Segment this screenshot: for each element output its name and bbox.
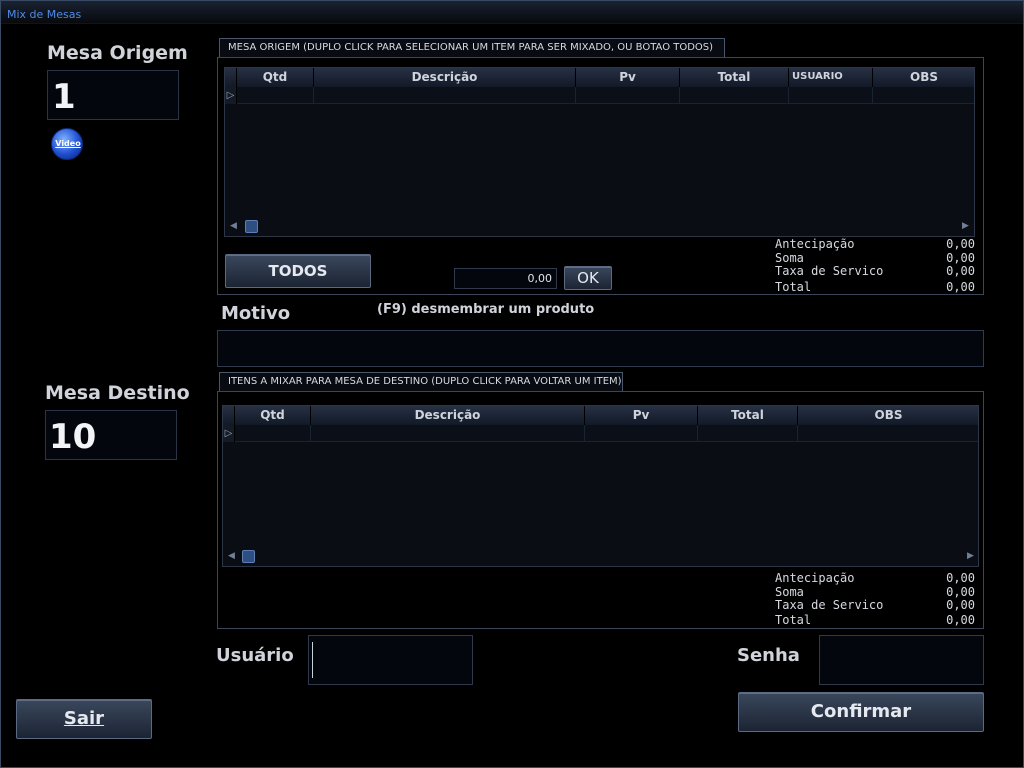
video-icon-label: Video [55,139,81,148]
soma-value: 0,00 [946,584,975,599]
total-label: Total [775,612,812,627]
antecipacao-value: 0,00 [946,571,975,585]
video-icon[interactable]: Video [51,128,83,160]
mesa-destino-field[interactable]: 10 [45,410,177,460]
scroll-right-icon[interactable]: ▶ [967,551,974,561]
col-descricao[interactable]: Descrição [314,68,576,87]
title-bar [1,1,1023,24]
total-label: Total [775,279,812,294]
antecipacao-value: 0,00 [946,237,975,251]
table-cell[interactable] [873,87,974,104]
total-value: 0,00 [946,279,975,294]
scroll-left-icon[interactable]: ◀ [228,551,235,561]
grid-corner [223,406,235,425]
antecipacao-label: Antecipação [775,571,855,585]
scroll-right-icon[interactable]: ▶ [962,221,969,231]
table-cell[interactable] [680,87,789,104]
col-obs[interactable]: OBS [873,68,974,87]
table-cell[interactable] [698,425,798,442]
table-cell[interactable] [585,425,698,442]
col-pv[interactable]: Pv [576,68,680,87]
taxa-servico-label: Taxa de Servico [775,264,884,278]
sair-button[interactable]: Sair [16,699,152,739]
col-descricao[interactable]: Descrição [311,406,585,425]
motivo-hint: (F9) desmembrar um produto [377,302,595,317]
mesa-origem-field[interactable]: 1 [47,70,179,120]
soma-label: Soma [775,584,804,599]
col-usuario[interactable]: USUARIO [789,68,873,87]
motivo-field[interactable] [217,330,984,367]
mesa-destino-label: Mesa Destino [45,382,190,404]
taxa-servico-value: 0,00 [946,264,975,278]
confirmar-button[interactable]: Confirmar [738,692,984,732]
col-qtd[interactable]: Qtd [237,68,314,87]
table-cell[interactable] [798,425,978,442]
quantity-input[interactable]: 0,00 [454,268,557,289]
taxa-servico-label: Taxa de Servico [775,598,884,612]
senha-label: Senha [737,645,800,666]
col-total[interactable]: Total [698,406,798,425]
scroll-left-icon[interactable]: ◀ [230,221,237,231]
row-indicator: ▷ [225,87,237,104]
table-row[interactable] [235,425,311,442]
mesa-origem-label: Mesa Origem [47,42,188,64]
table-row[interactable] [237,87,314,104]
col-qtd[interactable]: Qtd [235,406,311,425]
total-value: 0,00 [946,612,975,627]
motivo-label: Motivo [221,303,291,324]
table-cell[interactable] [576,87,680,104]
tab-mesa-origem[interactable]: MESA ORIGEM (DUPLO CLICK PARA SELECIONAR… [219,38,725,58]
antecipacao-label: Antecipação [775,237,855,251]
col-total[interactable]: Total [680,68,789,87]
destino-totals: Antecipação 0,00 Soma 0,00 Taxa de Servico… [775,571,975,627]
soma-label: Soma [775,250,804,265]
senha-field[interactable] [819,635,984,685]
horizontal-scrollbar-thumb[interactable] [245,220,258,233]
col-obs[interactable]: OBS [798,406,978,425]
todos-button[interactable]: TODOS [225,254,371,288]
horizontal-scrollbar-thumb[interactable] [242,550,255,563]
usuario-field[interactable] [308,635,473,685]
row-indicator: ▷ [223,425,235,442]
ok-button[interactable]: OK [564,266,612,290]
soma-value: 0,00 [946,250,975,265]
table-cell[interactable] [789,87,873,104]
usuario-label: Usuário [216,645,294,666]
destino-items-grid[interactable]: Qtd Descrição Pv Total OBS ▷ ◀ ▶ [222,405,979,567]
text-caret [312,642,313,678]
taxa-servico-value: 0,00 [946,598,975,612]
tab-itens-a-mixar[interactable]: ITENS A MIXAR PARA MESA DE DESTINO (DUPL… [219,372,623,392]
table-cell[interactable] [311,425,585,442]
table-cell[interactable] [314,87,576,104]
grid-corner [225,68,237,87]
col-pv[interactable]: Pv [585,406,698,425]
window-title: Mix de Mesas [7,8,82,21]
origem-items-grid[interactable]: Qtd Descrição Pv Total USUARIO OBS ▷ ◀ ▶ [224,67,975,237]
origem-totals: Antecipação 0,00 Soma 0,00 Taxa de Servico… [775,237,975,294]
